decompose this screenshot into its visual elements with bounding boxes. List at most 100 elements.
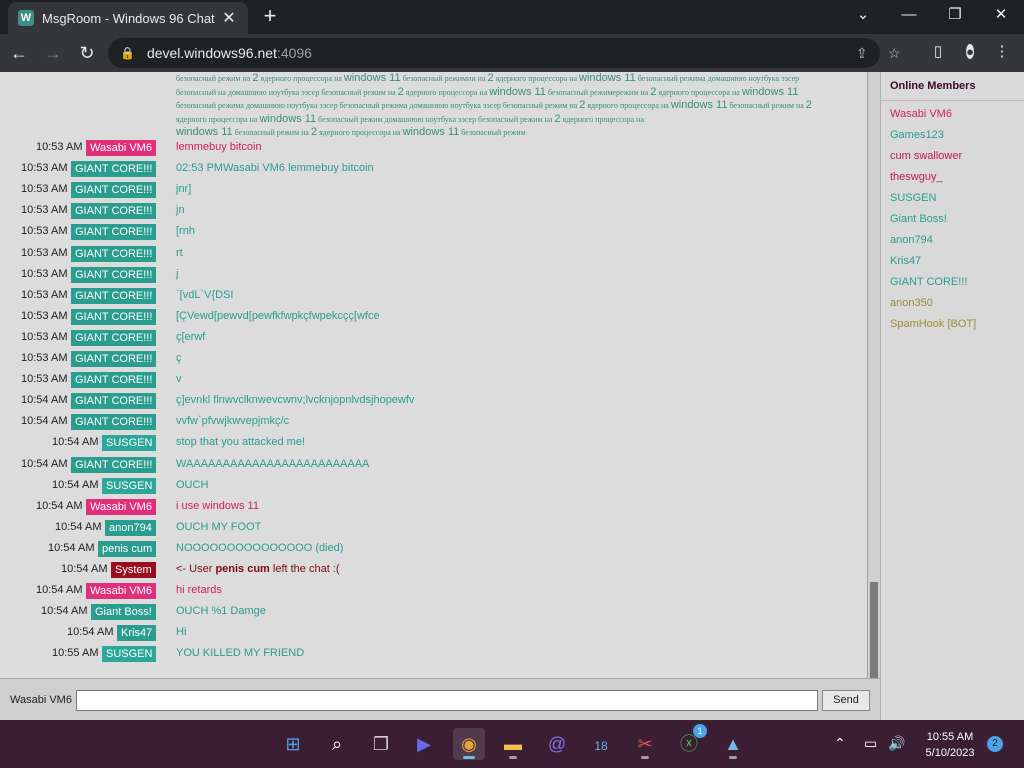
restore-button[interactable]: ❐: [932, 0, 978, 30]
browser-toolbar: ← → ↻ 🔒 devel.windows96.net:4096 ⇪ ☆: [0, 34, 1024, 72]
message-username-badge[interactable]: GIANT CORE!!!: [71, 372, 157, 389]
member-item[interactable]: anon794: [890, 234, 933, 246]
message-username-badge[interactable]: GIANT CORE!!!: [71, 266, 157, 283]
system-prefix: <- User: [176, 563, 216, 575]
message-text: lemmebuy bitcoin: [176, 141, 262, 153]
tab-msgroom[interactable]: W MsgRoom - Windows 96 Chat ✕: [8, 2, 248, 34]
message-text: i use windows 11: [176, 499, 259, 512]
member-item[interactable]: SUSGEN: [890, 192, 936, 204]
message-username-badge[interactable]: Kris47: [117, 625, 157, 642]
member-item[interactable]: Games123: [890, 129, 944, 141]
spam-segment: windows 11: [579, 72, 636, 84]
message-username-badge[interactable]: GIANT CORE!!!: [71, 414, 157, 431]
message-username-badge[interactable]: GIANT CORE!!!: [71, 393, 157, 410]
network-icon[interactable]: ▭: [864, 735, 877, 752]
message-timestamp: 10:54 AM: [21, 415, 68, 428]
message-username-badge[interactable]: GIANT CORE!!!: [71, 182, 157, 199]
message-text: v: [176, 373, 182, 386]
message-input[interactable]: [76, 690, 818, 711]
file-explorer-icon[interactable]: ▬: [497, 728, 529, 760]
xbox-badge: 1: [693, 724, 707, 738]
member-item[interactable]: GIANT CORE!!!: [890, 276, 967, 288]
message-timestamp: 10:53 AM: [21, 225, 68, 238]
message-username-badge[interactable]: Wasabi VM6: [86, 140, 156, 156]
message-timestamp: 10:55 AM: [52, 647, 99, 660]
member-item[interactable]: theswguy_: [890, 171, 943, 183]
mail-icon[interactable]: @: [541, 728, 573, 760]
message-username-badge[interactable]: GIANT CORE!!!: [71, 308, 157, 325]
share-icon[interactable]: ⇪: [856, 45, 868, 62]
current-username[interactable]: Wasabi VM6: [10, 694, 72, 706]
snipping-tool-icon[interactable]: ✂: [629, 728, 661, 760]
meet-icon[interactable]: ▶: [408, 728, 440, 760]
address-bar[interactable]: 🔒 devel.windows96.net:4096 ⇪ ☆: [108, 38, 901, 68]
lock-icon[interactable]: 🔒: [120, 46, 135, 60]
task-view-icon[interactable]: ❐: [365, 728, 397, 760]
message-username-badge[interactable]: GIANT CORE!!!: [71, 224, 157, 241]
system-clock[interactable]: 10:55 AM 5/10/2023: [914, 729, 986, 761]
new-tab-button[interactable]: +: [258, 5, 282, 29]
system-suffix: left the chat :(: [269, 563, 340, 575]
message-username-badge[interactable]: Wasabi VM6: [86, 583, 156, 600]
message-username-badge[interactable]: GIANT CORE!!!: [71, 329, 157, 346]
calendar-icon[interactable]: 18: [585, 728, 617, 760]
message-username-badge[interactable]: GIANT CORE!!!: [71, 245, 157, 262]
xbox-icon[interactable]: ⓧ 1: [673, 724, 707, 760]
reload-button[interactable]: ↻: [72, 38, 102, 68]
chat-message: Kris47 10:54 AM Hi: [0, 623, 867, 644]
message-username-badge[interactable]: Giant Boss!: [91, 604, 156, 621]
message-timestamp: 10:53 AM: [21, 162, 68, 175]
message-username-badge[interactable]: GIANT CORE!!!: [71, 287, 157, 304]
volume-icon[interactable]: 🔊: [888, 735, 905, 752]
member-item[interactable]: Kris47: [890, 255, 921, 267]
message-text: ç[erwf: [176, 330, 206, 343]
tab-search-icon[interactable]: ⌄: [840, 0, 886, 30]
side-panel-icon[interactable]: ▯: [926, 42, 950, 60]
message-username-badge[interactable]: SUSGEN: [102, 435, 157, 452]
window-close-button[interactable]: ✕: [978, 0, 1024, 30]
chat-message: GIANT CORE!!! 10:53 AM v: [0, 370, 867, 391]
spam-segment: безопасный режимии на: [400, 74, 488, 83]
message-timestamp: 10:53 AM: [21, 246, 68, 259]
chat-message: GIANT CORE!!! 10:53 AM 02:53 PMWasabi VM6 …: [0, 159, 867, 180]
start-icon[interactable]: ⊞: [277, 728, 309, 760]
chat-message: SUSGEN 10:55 AM YOU KILLED MY FRIEND: [0, 644, 867, 665]
message-username-badge[interactable]: penis cum: [98, 540, 157, 557]
tab-close-icon[interactable]: ✕: [220, 8, 238, 28]
profile-icon[interactable]: ●: [958, 41, 982, 63]
chat-log: безопасный режим на 2 ядерного процессор…: [0, 72, 868, 678]
message-username-badge[interactable]: Wasabi VM6: [86, 498, 156, 515]
member-item[interactable]: Giant Boss!: [890, 213, 947, 225]
tray-chevron-icon[interactable]: ⌃: [834, 735, 846, 752]
member-item[interactable]: Wasabi VM6: [890, 108, 952, 120]
send-button[interactable]: Send: [822, 690, 870, 711]
message-username-badge[interactable]: SUSGEN: [102, 646, 157, 663]
chat-message: GIANT CORE!!! 10:53 AM [rnh: [0, 222, 867, 243]
minimize-button[interactable]: —: [886, 0, 932, 30]
chat-message: Wasabi VM6 10:53 AM lemmebuy bitcoin: [0, 138, 867, 159]
scrollbar-thumb[interactable]: [870, 582, 878, 678]
back-button[interactable]: ←: [4, 38, 34, 68]
browser-menu-icon[interactable]: ⋮: [990, 42, 1014, 60]
chrome-icon[interactable]: ◉: [453, 728, 485, 760]
member-item[interactable]: cum swallower: [890, 150, 962, 162]
message-username-badge[interactable]: GIANT CORE!!!: [71, 203, 157, 220]
message-username-badge[interactable]: GIANT CORE!!!: [71, 351, 157, 367]
message-username-badge[interactable]: anon794: [105, 519, 156, 536]
photos-icon[interactable]: ▲: [717, 728, 749, 760]
message-username-badge[interactable]: GIANT CORE!!!: [71, 161, 157, 178]
message-username-badge[interactable]: GIANT CORE!!!: [71, 456, 157, 473]
member-item[interactable]: anon350: [890, 297, 933, 309]
message-username-badge[interactable]: System: [111, 562, 156, 578]
chat-message: penis cum 10:54 AM NOOOOOOOOOOOOOOO (died): [0, 539, 867, 560]
bookmark-star-icon[interactable]: ☆: [888, 45, 901, 62]
message-username-badge[interactable]: SUSGEN: [102, 477, 157, 494]
forward-button[interactable]: →: [38, 38, 68, 68]
message-text: vvfw`pfvwjkwvepjmkç/c: [176, 415, 290, 428]
member-item[interactable]: SpamHook [BOT]: [890, 318, 976, 330]
search-icon[interactable]: ⌕: [321, 728, 353, 760]
message-text: OUCH: [176, 478, 209, 491]
chat-scrollbar[interactable]: [868, 72, 880, 678]
message-timestamp: 10:54 AM: [36, 584, 83, 597]
notification-badge[interactable]: 2: [987, 736, 1003, 752]
